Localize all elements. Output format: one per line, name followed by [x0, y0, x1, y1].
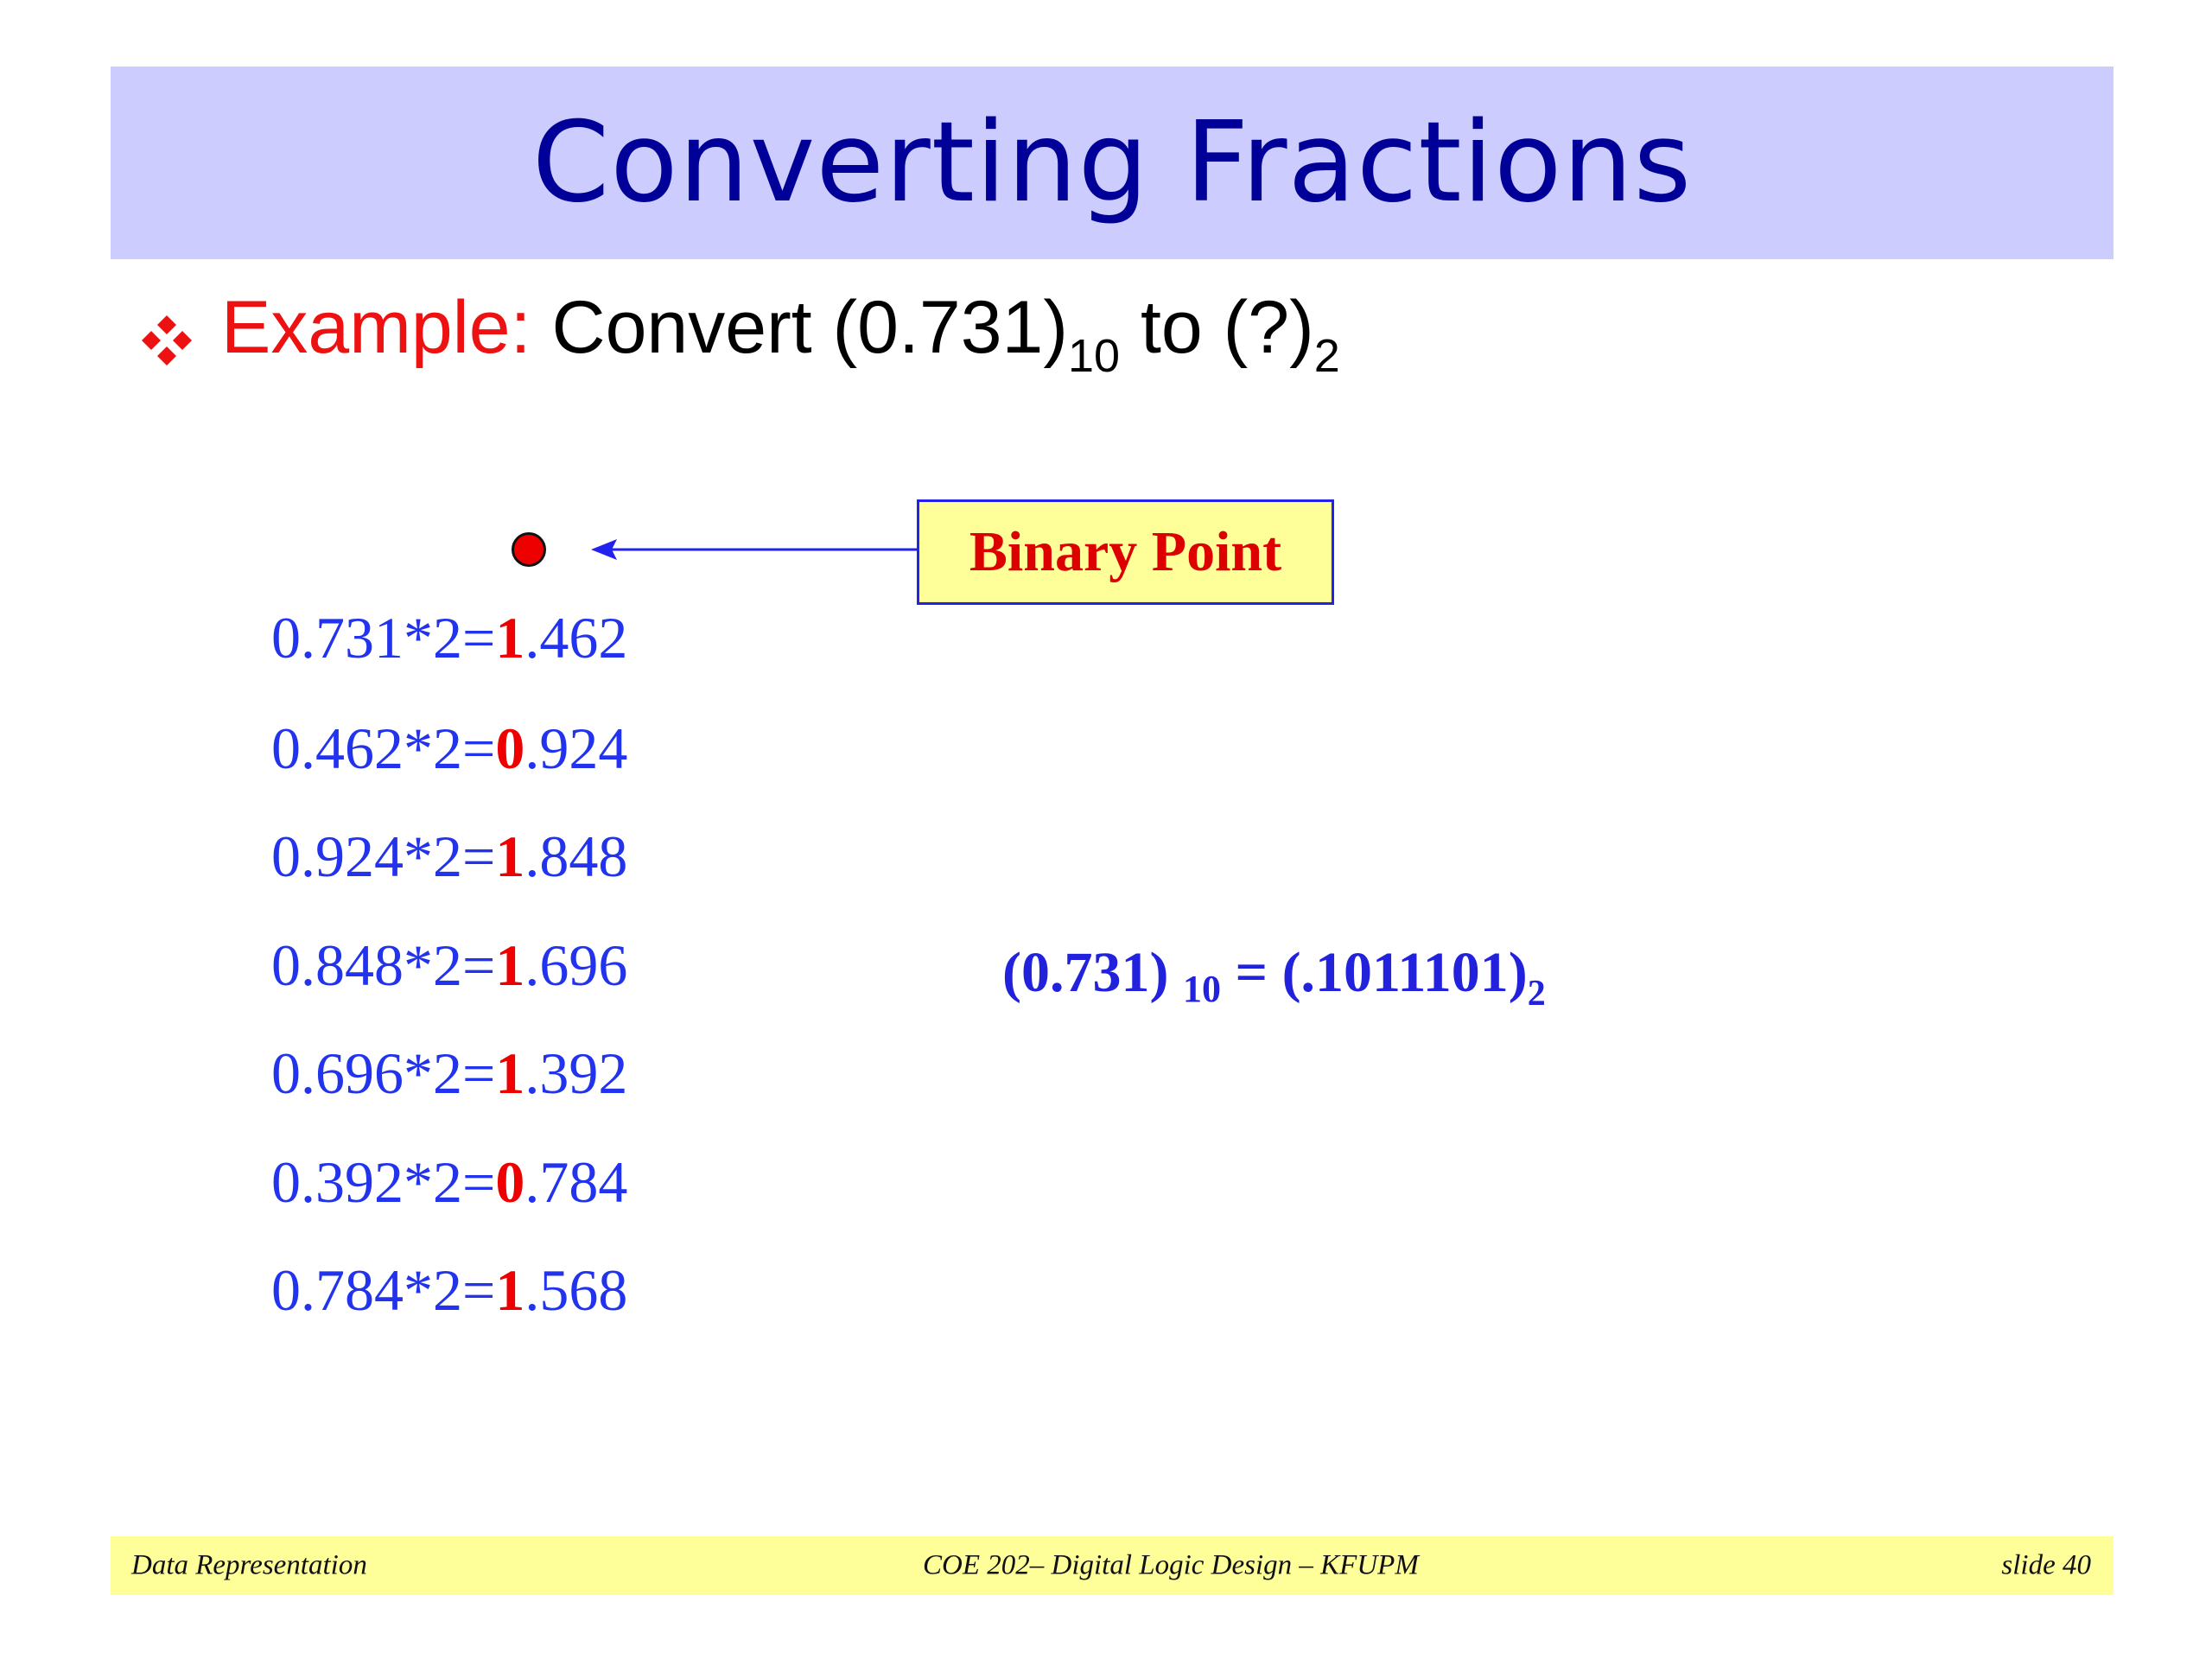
footer-center: COE 202– Digital Logic Design – KFUPM — [923, 1549, 1419, 1581]
example-line: Example: Convert (0.731)10 to (?)2 — [138, 285, 1340, 389]
example-text-middle: to (?) — [1120, 286, 1314, 369]
red-dot-icon — [512, 532, 546, 567]
footer-bar: Data Representation COE 202– Digital Log… — [111, 1536, 2113, 1595]
step-row: 0.696*2=1.392 — [271, 1044, 627, 1103]
step-rest: .462 — [524, 605, 628, 671]
example-text: Convert (0.731)10 to (?)2 — [551, 285, 1340, 379]
step-rest: .392 — [524, 1040, 628, 1106]
arrow-left-icon — [591, 539, 920, 560]
step-row: 0.924*2=1.848 — [271, 827, 627, 886]
step-row: 0.848*2=1.696 — [271, 936, 627, 995]
result-right-sub: 2 — [1527, 974, 1546, 1014]
result-middle: = (.1011101) — [1220, 941, 1528, 1004]
result-equation: (0.731) 10 = (.1011101)2 — [1002, 940, 1546, 1014]
step-bit: 1 — [495, 823, 525, 889]
step-rest: .696 — [524, 932, 628, 998]
step-lhs: 0.392*2= — [271, 1149, 496, 1215]
step-row: 0.731*2=1.462 — [271, 608, 627, 667]
step-row: 0.392*2=0.784 — [271, 1153, 627, 1211]
example-sub-from: 10 — [1068, 330, 1121, 382]
four-diamond-bullet-icon — [142, 315, 192, 365]
step-lhs: 0.784*2= — [271, 1257, 496, 1323]
step-row: 0.462*2=0.924 — [271, 719, 627, 778]
title-band: Converting Fractions — [111, 67, 2113, 259]
result-left: (0.731) — [1002, 941, 1183, 1004]
step-bit: 0 — [495, 1149, 525, 1215]
step-bit: 1 — [495, 1040, 525, 1106]
binary-point-callout: Binary Point — [917, 499, 1334, 605]
result-left-sub: 10 — [1182, 968, 1221, 1010]
step-lhs: 0.696*2= — [271, 1040, 496, 1106]
step-lhs: 0.848*2= — [271, 932, 496, 998]
step-bit: 1 — [495, 1257, 525, 1323]
step-bit: 0 — [495, 715, 525, 781]
step-rest: .924 — [524, 715, 628, 781]
step-lhs: 0.924*2= — [271, 823, 496, 889]
step-rest: .848 — [524, 823, 628, 889]
step-lhs: 0.462*2= — [271, 715, 496, 781]
example-sub-to: 2 — [1313, 330, 1340, 382]
step-rest: .568 — [524, 1257, 628, 1323]
step-bit: 1 — [495, 605, 525, 671]
step-row: 0.784*2=1.568 — [271, 1261, 627, 1319]
example-label: Example: — [221, 286, 531, 369]
example-text-before: Convert (0.731) — [551, 286, 1069, 369]
page-title: Converting Fractions — [531, 99, 1693, 227]
footer-left: Data Representation — [131, 1549, 367, 1581]
footer-right: slide 40 — [2001, 1549, 2091, 1581]
step-rest: .784 — [524, 1149, 628, 1215]
step-lhs: 0.731*2= — [271, 605, 496, 671]
step-bit: 1 — [495, 932, 525, 998]
